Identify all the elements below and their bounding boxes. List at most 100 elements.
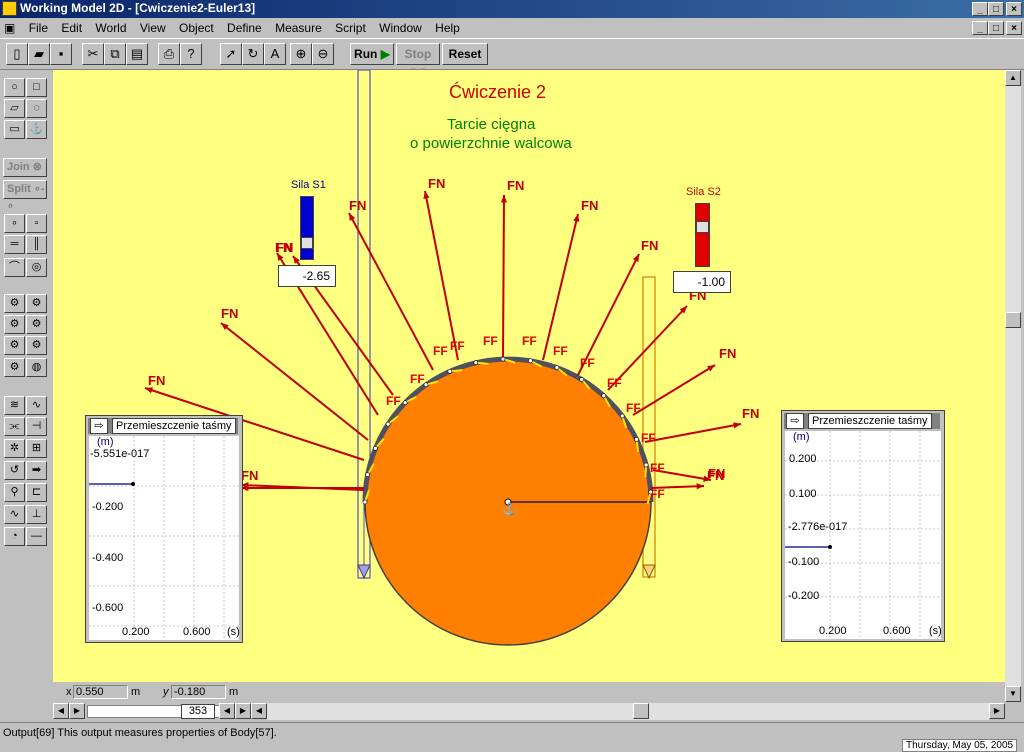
rigid-joint-tool-icon[interactable]: ⚙ bbox=[26, 294, 47, 313]
paste-icon[interactable]: ▤ bbox=[126, 43, 148, 65]
square-point-tool-icon[interactable]: ▫ bbox=[26, 214, 47, 233]
vertical-slot-tool-icon[interactable]: ║ bbox=[26, 235, 47, 254]
slider-s2-track[interactable] bbox=[695, 203, 710, 267]
force-tool-icon[interactable]: ➡ bbox=[26, 461, 47, 480]
slider-s2-value[interactable]: -1.00 bbox=[673, 271, 731, 293]
print-icon[interactable]: ⎙ bbox=[158, 43, 180, 65]
spring-tool-icon[interactable]: ≋ bbox=[4, 396, 25, 415]
stop-button[interactable]: Stop ❚❚ bbox=[396, 43, 440, 81]
slider-s1-value[interactable]: -2.65 bbox=[278, 265, 336, 287]
doc-restore-button[interactable]: □ bbox=[988, 21, 1004, 35]
damper-wave-tool-icon[interactable]: ∿ bbox=[26, 396, 47, 415]
slider-s1-track[interactable] bbox=[300, 196, 314, 260]
polygon-tool-icon[interactable]: ▱ bbox=[4, 99, 25, 118]
doc-close-button[interactable]: × bbox=[1006, 21, 1022, 35]
belt-contact-point[interactable] bbox=[402, 400, 408, 405]
vertical-scrollbar[interactable]: ▲ ▼ bbox=[1005, 70, 1021, 702]
horizontal-scroll-track[interactable] bbox=[267, 703, 989, 720]
menu-view[interactable]: View bbox=[135, 18, 171, 38]
maximize-button[interactable]: □ bbox=[988, 2, 1004, 16]
menu-edit[interactable]: Edit bbox=[56, 18, 87, 38]
belt-contact-point[interactable] bbox=[554, 365, 560, 370]
menu-script[interactable]: Script bbox=[330, 18, 371, 38]
horizontal-scroll-thumb[interactable] bbox=[633, 703, 649, 719]
save-icon[interactable]: ▪ bbox=[50, 43, 72, 65]
rotary-damper-tool-icon[interactable]: ◔ bbox=[4, 527, 25, 546]
run-button[interactable]: Run ▶ bbox=[350, 43, 394, 65]
rotate-icon[interactable]: ↻ bbox=[242, 43, 264, 65]
pulley-joint-tool-icon[interactable]: ◍ bbox=[26, 358, 47, 377]
vertical-scroll-thumb[interactable] bbox=[1005, 312, 1021, 328]
point-tool-icon[interactable]: ∘ bbox=[4, 214, 25, 233]
menu-help[interactable]: Help bbox=[430, 18, 465, 38]
normal-force-vector[interactable] bbox=[502, 194, 505, 359]
tape-step-forward-icon[interactable]: ▶ bbox=[235, 703, 251, 719]
belt-contact-point[interactable] bbox=[601, 393, 606, 399]
curved-joint-tool-icon[interactable]: ⚙ bbox=[26, 336, 47, 355]
meter-right-arrow-icon[interactable]: ⇨ bbox=[786, 413, 804, 429]
belt-contact-point[interactable] bbox=[373, 446, 378, 451]
zoom-out-icon[interactable]: ⊖ bbox=[312, 43, 334, 65]
meter-left-arrow-icon[interactable]: ⇨ bbox=[90, 418, 108, 434]
belt-contact-point[interactable] bbox=[500, 356, 506, 362]
belt-contact-point[interactable] bbox=[362, 499, 368, 505]
line-tool-icon[interactable]: — bbox=[26, 527, 47, 546]
rotary-spring-tool-icon[interactable]: ∿ bbox=[4, 505, 25, 524]
simulation-canvas[interactable]: ⚓ FN FN FN FN FN FN FN FN FN FN FN FN FN FN FN FF FF FF F… bbox=[53, 70, 1005, 682]
menu-window[interactable]: Window bbox=[374, 18, 427, 38]
closed-slot-tool-icon[interactable]: ◎ bbox=[26, 258, 47, 277]
split-button[interactable]: Split ∘-∘ bbox=[3, 180, 47, 212]
belt-contact-point[interactable] bbox=[473, 360, 479, 365]
belt-contact-point[interactable] bbox=[643, 462, 649, 468]
tape-step-back-icon[interactable]: ◀ bbox=[219, 703, 235, 719]
menu-object[interactable]: Object bbox=[174, 18, 219, 38]
actuator-tool-icon[interactable]: ⚲ bbox=[4, 483, 25, 502]
keyed-slot-tool-icon[interactable]: ⚙ bbox=[26, 315, 47, 334]
menu-define[interactable]: Define bbox=[222, 18, 267, 38]
doc-icon[interactable]: ▣ bbox=[0, 18, 20, 38]
belt-contact-point[interactable] bbox=[365, 472, 370, 478]
belt-contact-point[interactable] bbox=[447, 369, 453, 374]
rope-tool-icon[interactable]: ⫘ bbox=[4, 417, 25, 436]
scroll-up-icon[interactable]: ▲ bbox=[1005, 70, 1021, 86]
reset-button[interactable]: Reset bbox=[442, 43, 488, 65]
circle-tool-icon[interactable]: ○ bbox=[4, 78, 25, 97]
close-button[interactable]: × bbox=[1006, 2, 1022, 16]
slot-joint-tool-icon[interactable]: ⚙ bbox=[4, 315, 25, 334]
scroll-left-icon[interactable]: ◀ bbox=[251, 703, 267, 719]
meter-right[interactable]: ⇨ Przemieszczenie taśmy (m) 0.200 0.100 … bbox=[781, 410, 945, 642]
belt-contact-point[interactable] bbox=[385, 421, 391, 427]
separator-tool-icon[interactable]: ⊞ bbox=[26, 439, 47, 458]
pointer-icon[interactable]: ➚ bbox=[220, 43, 242, 65]
frame-counter[interactable]: 353 bbox=[181, 704, 215, 719]
join-button[interactable]: Join ⊗ bbox=[3, 158, 47, 177]
zoom-in-icon[interactable]: ⊕ bbox=[290, 43, 312, 65]
tape-play-icon[interactable]: ▶ bbox=[69, 703, 85, 719]
slider-s1-thumb[interactable] bbox=[301, 237, 313, 249]
gear-tool-icon[interactable]: ✲ bbox=[4, 439, 25, 458]
torque-tool-icon[interactable]: ↺ bbox=[4, 461, 25, 480]
belt-contact-point[interactable] bbox=[423, 382, 429, 388]
tape-start-icon[interactable]: ◀ bbox=[53, 703, 69, 719]
normal-force-vector[interactable] bbox=[220, 322, 369, 441]
scroll-right-icon[interactable]: ▶ bbox=[989, 703, 1005, 719]
belt-contact-point[interactable] bbox=[648, 489, 653, 495]
belt-contact-point[interactable] bbox=[579, 377, 584, 382]
normal-force-vector[interactable] bbox=[348, 212, 434, 371]
belt-contact-point[interactable] bbox=[634, 437, 639, 442]
slider-s2-thumb[interactable] bbox=[696, 221, 709, 233]
new-file-icon[interactable]: ▯ bbox=[6, 43, 28, 65]
square-tool-icon[interactable]: □ bbox=[26, 78, 47, 97]
menu-world[interactable]: World bbox=[90, 18, 131, 38]
meter-left[interactable]: ⇨ Przemieszczenie taśmy (m) -5.551e-017 … bbox=[85, 415, 243, 643]
cut-icon[interactable]: ✂ bbox=[82, 43, 104, 65]
help-icon[interactable]: ? bbox=[180, 43, 202, 65]
normal-force-vector[interactable] bbox=[644, 423, 742, 443]
rod-tool-icon[interactable]: ⊣ bbox=[26, 417, 47, 436]
normal-force-vector[interactable] bbox=[424, 190, 459, 361]
x-coord-value[interactable]: 0.550 bbox=[73, 685, 128, 699]
belt-contact-point[interactable] bbox=[528, 358, 533, 364]
motor-joint-tool-icon[interactable]: ⚙ bbox=[4, 336, 25, 355]
normal-force-vector[interactable] bbox=[542, 213, 579, 361]
open-folder-icon[interactable]: ▰ bbox=[28, 43, 50, 65]
